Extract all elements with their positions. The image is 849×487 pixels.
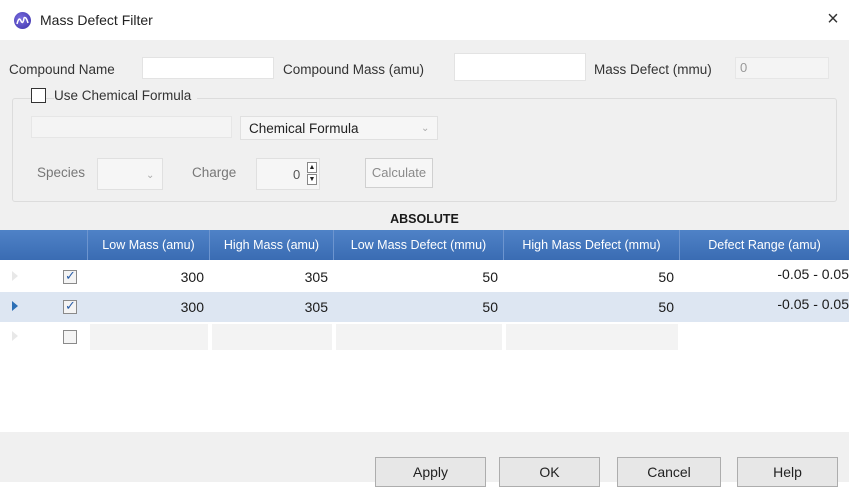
close-button[interactable]: ×: [822, 8, 844, 30]
stepper-down-icon[interactable]: ▼: [307, 174, 317, 185]
cell-defect-range[interactable]: -0.05 - 0.05: [680, 262, 849, 292]
help-button[interactable]: Help: [737, 457, 838, 487]
mass-defect-value: 0: [735, 57, 829, 79]
formula-type-selected: Chemical Formula: [249, 121, 359, 136]
row-indicator-icon: [12, 331, 18, 341]
charge-value: 0: [293, 167, 301, 182]
formula-type-select[interactable]: Chemical Formula ⌄: [240, 116, 438, 140]
cell-low-mass[interactable]: [90, 324, 208, 350]
grid-header: Low Mass (amu) High Mass (amu) Low Mass …: [0, 230, 849, 260]
cell-low-defect[interactable]: 50: [334, 292, 504, 322]
calculate-button[interactable]: Calculate: [365, 158, 433, 188]
grid-empty-area: [0, 350, 849, 432]
compound-name-input[interactable]: [142, 57, 274, 79]
window-title: Mass Defect Filter: [40, 12, 153, 28]
column-header-high-defect[interactable]: High Mass Defect (mmu): [504, 230, 680, 260]
use-chemical-formula-checkbox[interactable]: [31, 88, 46, 103]
formula-input[interactable]: [31, 116, 232, 138]
chevron-down-icon: ⌄: [146, 170, 155, 181]
cell-high-defect[interactable]: [506, 324, 678, 350]
compound-mass-label: Compound Mass (amu): [283, 62, 425, 77]
apply-button[interactable]: Apply: [375, 457, 486, 487]
charge-label: Charge: [192, 165, 237, 180]
table-row[interactable]: [0, 322, 849, 352]
column-header-defect-range[interactable]: Defect Range (amu): [680, 230, 849, 260]
table-row[interactable]: 300 305 50 50 -0.05 - 0.05: [0, 292, 849, 322]
cell-high-mass[interactable]: [212, 324, 332, 350]
cell-defect-range[interactable]: [680, 322, 849, 352]
row-indicator-icon: [12, 271, 18, 281]
compound-mass-input[interactable]: [454, 53, 586, 81]
cancel-button[interactable]: Cancel: [617, 457, 721, 487]
cell-low-mass[interactable]: 300: [88, 262, 210, 292]
mass-defect-label: Mass Defect (mmu): [594, 62, 712, 77]
species-label: Species: [37, 165, 86, 180]
cell-low-mass[interactable]: 300: [88, 292, 210, 322]
species-select[interactable]: ⌄: [97, 158, 163, 190]
cell-high-mass[interactable]: 305: [210, 262, 334, 292]
cell-low-defect[interactable]: [336, 324, 502, 350]
ok-button[interactable]: OK: [499, 457, 600, 487]
cell-high-defect[interactable]: 50: [504, 292, 680, 322]
cell-defect-range[interactable]: -0.05 - 0.05: [680, 292, 849, 322]
row-checkbox[interactable]: [63, 330, 77, 344]
stepper-up-icon[interactable]: ▲: [307, 162, 317, 173]
column-header-low-mass[interactable]: Low Mass (amu): [88, 230, 210, 260]
app-logo-icon: [14, 12, 31, 29]
chevron-down-icon: ⌄: [421, 123, 430, 134]
table-row[interactable]: 300 305 50 50 -0.05 - 0.05: [0, 262, 849, 292]
row-checkbox[interactable]: [63, 268, 77, 284]
row-indicator-icon: [12, 301, 18, 311]
compound-name-label: Compound Name: [9, 62, 115, 77]
row-checkbox[interactable]: [63, 298, 77, 314]
use-chemical-formula-label: Use Chemical Formula: [54, 88, 198, 103]
charge-stepper[interactable]: 0 ▲ ▼: [256, 158, 320, 190]
column-header-low-defect[interactable]: Low Mass Defect (mmu): [334, 230, 504, 260]
absolute-section-title: ABSOLUTE: [0, 208, 849, 230]
cell-high-mass[interactable]: 305: [210, 292, 334, 322]
checkbox-column-header: [0, 230, 88, 260]
column-header-high-mass[interactable]: High Mass (amu): [210, 230, 334, 260]
cell-high-defect[interactable]: 50: [504, 262, 680, 292]
cell-low-defect[interactable]: 50: [334, 262, 504, 292]
